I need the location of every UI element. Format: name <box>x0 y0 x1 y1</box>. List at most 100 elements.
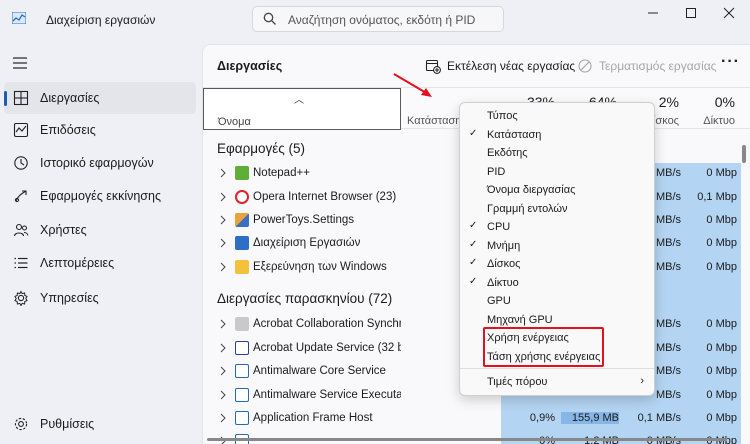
menu-item-resource-values[interactable]: Τιμές πόρου › <box>460 373 654 392</box>
table-row[interactable]: 0% 1,2 MB 0 MB/s 0 Mbp <box>203 430 750 444</box>
hamburger-menu-icon[interactable] <box>12 56 28 70</box>
opera-icon <box>235 190 249 204</box>
sidebar-item-details[interactable]: Λεπτομέρειες <box>4 247 196 279</box>
search-input[interactable]: Αναζήτηση ονόματος, εκδότη ή PID <box>252 6 504 32</box>
maximize-icon[interactable] <box>680 4 702 22</box>
run-new-task-label: Εκτέλεση νέας εργασίας <box>447 59 576 73</box>
process-name: Antimalware Service Executable <box>253 389 401 401</box>
menu-item-network[interactable]: ✓ Δίκτυο <box>460 274 654 293</box>
column-header-network[interactable]: 0% Δίκτυο <box>685 88 741 130</box>
sidebar-item-label: Ρυθμίσεις <box>40 417 95 431</box>
task-manager-icon <box>235 236 249 250</box>
menu-item-label: Τύπος <box>487 110 518 122</box>
folder-icon <box>235 260 249 274</box>
selection-indicator <box>4 91 7 106</box>
menu-item-label: Δίκτυο <box>487 276 519 289</box>
menu-item-label: GPU <box>487 295 511 307</box>
sidebar-item-settings[interactable]: Ρυθμίσεις <box>4 408 196 440</box>
gear-icon <box>14 417 28 431</box>
services-icon <box>14 290 28 306</box>
menu-item-disk[interactable]: ✓ Δίσκος <box>460 255 654 274</box>
sidebar-item-users[interactable]: Χρήστες <box>4 214 196 246</box>
chevron-right-icon[interactable] <box>219 168 227 178</box>
more-options-icon[interactable]: ··· <box>721 53 740 71</box>
menu-item-status[interactable]: ✓ Κατάσταση <box>460 126 654 145</box>
chevron-right-icon: › <box>640 375 644 387</box>
network-total: 0% <box>714 94 735 110</box>
sidebar-item-performance[interactable]: Επιδόσεις <box>4 114 196 146</box>
process-name: Notepad++ <box>253 167 310 179</box>
chevron-right-icon[interactable] <box>219 215 227 225</box>
search-icon <box>263 12 276 25</box>
users-icon <box>13 223 29 237</box>
table-row[interactable]: Application Frame Host 0,9% 155,9 MB 0,1… <box>203 407 750 430</box>
menu-item-pid[interactable]: PID <box>460 163 654 182</box>
network-value: 0 Mbp <box>706 261 737 273</box>
check-icon: ✓ <box>469 238 478 250</box>
menu-item-cpu[interactable]: ✓ CPU <box>460 218 654 237</box>
network-value: 0 Mbp <box>706 365 737 377</box>
sidebar-item-services[interactable]: Υπηρεσίες <box>4 282 196 314</box>
page-title: Διεργασίες <box>217 59 283 73</box>
sidebar-item-label: Επιδόσεις <box>40 123 96 137</box>
process-name: Application Frame Host <box>253 412 373 424</box>
sidebar-item-app-history[interactable]: Ιστορικό εφαρμογών <box>4 147 196 179</box>
annotation-highlight-box <box>483 327 604 367</box>
network-value: 0 Mbp <box>706 318 737 330</box>
chevron-right-icon[interactable] <box>219 192 227 202</box>
sidebar-item-startup-apps[interactable]: Εφαρμογές εκκίνησης <box>4 180 196 212</box>
chevron-right-icon[interactable] <box>219 238 227 248</box>
sort-caret-icon: ︿ <box>294 95 304 106</box>
sidebar-item-label: Ιστορικό εφαρμογών <box>40 156 154 170</box>
chevron-right-icon[interactable] <box>219 366 227 376</box>
sidebar-item-label: Λεπτομέρειες <box>40 256 115 270</box>
menu-item-label: CPU <box>487 221 511 233</box>
chevron-right-icon[interactable] <box>219 390 227 400</box>
sidebar-item-label: Υπηρεσίες <box>40 291 99 305</box>
column-header-disk-label: ίσκος <box>652 115 679 127</box>
menu-item-label: Μνήμη <box>487 239 521 252</box>
process-name: Acrobat Update Service (32 bit) <box>253 342 401 354</box>
chevron-right-icon[interactable] <box>219 413 227 423</box>
task-manager-app-icon <box>12 12 26 24</box>
menu-item-label: Δίσκος <box>487 258 521 270</box>
horizontal-scrollbar[interactable] <box>207 438 727 441</box>
process-name: Acrobat Collaboration Synchr... <box>253 318 401 330</box>
check-icon: ✓ <box>469 127 478 139</box>
startup-icon <box>14 190 27 203</box>
column-header-name[interactable]: ︿ Όνομα <box>203 88 401 130</box>
chevron-right-icon[interactable] <box>219 262 227 272</box>
process-name: Διαχείριση Εργασιών <box>253 237 361 249</box>
block-icon <box>578 59 592 73</box>
column-header-name-label: Όνομα <box>218 116 251 128</box>
menu-item-process-name[interactable]: Όνομα διεργασίας <box>460 181 654 200</box>
process-name: Opera Internet Browser (23) <box>253 191 397 203</box>
service-window-icon <box>235 411 249 425</box>
process-name: Εξερεύνηση των Windows <box>253 261 387 273</box>
menu-item-gpu[interactable]: GPU <box>460 292 654 311</box>
menu-item-label: Γραμμή εντολών <box>487 202 568 215</box>
menu-item-command-line[interactable]: Γραμμή εντολών <box>460 200 654 219</box>
network-value: 0 Mbp <box>706 214 737 226</box>
menu-item-label: PID <box>487 165 506 178</box>
service-window-icon <box>235 341 249 355</box>
vertical-scrollbar[interactable] <box>742 145 746 163</box>
check-icon: ✓ <box>469 275 478 287</box>
minimize-icon[interactable] <box>642 4 664 22</box>
chevron-right-icon[interactable] <box>219 319 227 329</box>
network-value: 0 Mbp <box>706 342 737 354</box>
chevron-right-icon[interactable] <box>219 343 227 353</box>
sidebar-item-processes[interactable]: Διεργασίες <box>4 82 196 114</box>
menu-item-publisher[interactable]: Εκδότης <box>460 144 654 163</box>
process-name: PowerToys.Settings <box>253 214 354 226</box>
column-header-network-label: Δίκτυο <box>703 115 735 127</box>
process-name: Antimalware Core Service <box>253 365 386 377</box>
annotation-arrow-icon <box>393 73 432 97</box>
sidebar-item-label: Διεργασίες <box>40 91 100 105</box>
close-icon[interactable] <box>718 4 740 22</box>
service-window-icon <box>235 364 249 378</box>
menu-item-memory[interactable]: ✓ Μνήμη <box>460 237 654 256</box>
menu-item-type[interactable]: Τύπος <box>460 107 654 126</box>
sidebar-item-label: Εφαρμογές εκκίνησης <box>40 189 161 203</box>
menu-item-label: Όνομα διεργασίας <box>487 184 576 196</box>
